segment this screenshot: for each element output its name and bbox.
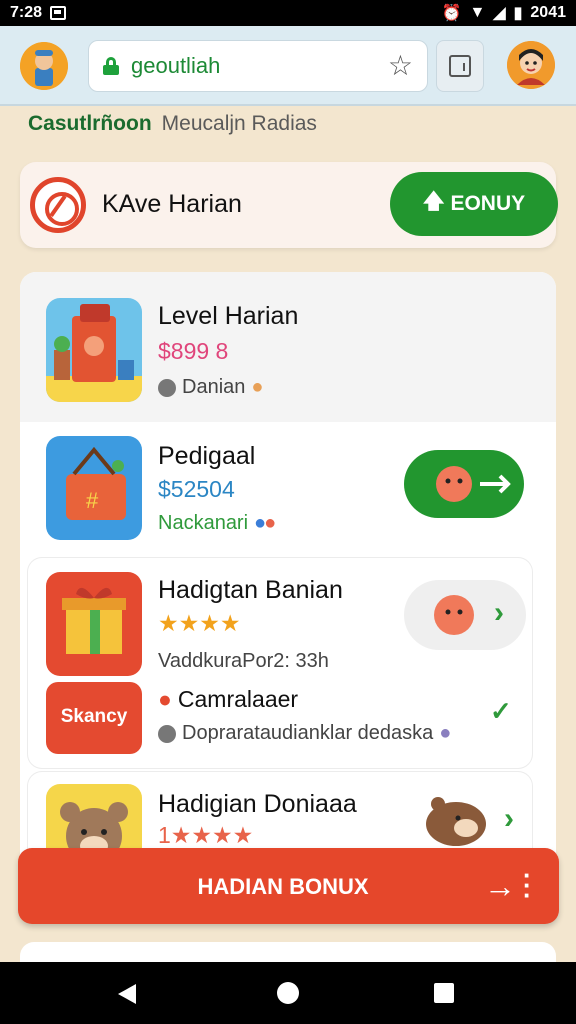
url-text: geoutliah <box>131 53 221 78</box>
status-right: ⏰ ▼ ◢ ▮ 2041 <box>442 3 566 23</box>
more-vert-icon[interactable]: · · · <box>523 862 532 908</box>
item-meta-text: Doprarataudianklar dedaska <box>182 722 434 744</box>
rewards-list: Level Harian $899 8 Danian ● # Pedigaal … <box>20 272 556 872</box>
site-subtitle: Meucaljn Radias <box>161 112 317 135</box>
item-meta-text: Danian <box>182 376 246 398</box>
skancy-badge-text: Skancy <box>60 706 128 727</box>
shopping-basket-app-icon: # <box>46 436 142 540</box>
bonus-cta-bar[interactable]: HADIAN BONUX → · · · <box>18 848 559 924</box>
list-item[interactable]: Level Harian $899 8 Danian ● <box>20 272 556 422</box>
item-title: Level Harian <box>158 302 299 330</box>
skancy-badge: Skancy <box>46 682 142 754</box>
item-rating: 1★★★★ <box>158 822 254 848</box>
chevron-right-icon: › <box>494 596 504 629</box>
lock-icon <box>103 57 119 75</box>
item-price: $52504 <box>158 476 235 502</box>
chevron-right-icon: › <box>504 802 514 835</box>
bonus-cta-label: HADIAN BONUX <box>197 874 369 899</box>
daily-card-title: KAve Harian <box>102 190 242 218</box>
back-icon[interactable] <box>118 984 136 1004</box>
mascot-icon <box>434 595 474 635</box>
alarm-icon: ⏰ <box>441 5 462 22</box>
image-notification-icon <box>50 6 67 20</box>
bonus-button-label: EONUY <box>450 192 526 215</box>
open-button[interactable]: › <box>404 580 526 650</box>
item-meta: Doprarataudianklar dedaska ● <box>158 722 451 745</box>
item-meta: VaddkuraPor2: 33h <box>158 650 329 672</box>
wifi-icon: ▼ <box>469 4 486 21</box>
item-title: Pedigaal <box>158 442 256 470</box>
signal-icon: ◢ <box>493 5 506 22</box>
home-icon[interactable] <box>277 982 299 1004</box>
item-meta: Danian ● <box>158 376 263 399</box>
star-icon[interactable]: ☆ <box>388 52 413 80</box>
profile-avatar-left[interactable] <box>20 42 68 90</box>
svg-text:#: # <box>86 488 99 513</box>
mascot-arrow-icon <box>436 466 511 502</box>
browser-toolbar: geoutliah ☆ <box>0 26 576 106</box>
item-rating: ★★★★ <box>158 610 241 636</box>
list-item[interactable]: Hadigtan Banian ★★★★ VaddkuraPor2: 33h ›… <box>28 558 532 768</box>
fire-icon: ● <box>251 376 264 398</box>
gift-box-app-icon <box>46 572 142 676</box>
item-meta-text: Nackanari <box>158 512 249 534</box>
info-icon <box>158 724 176 743</box>
system-nav-bar <box>0 962 576 1024</box>
info-icon <box>158 378 176 397</box>
tabs-icon <box>449 55 471 77</box>
status-bar: 7:28 ⏰ ▼ ◢ ▮ 2041 <box>0 0 576 26</box>
daily-card: KAve Harian 🡅 EONUY <box>20 162 558 248</box>
arrow-right-icon[interactable]: → <box>484 868 516 905</box>
checkmark-icon: ✓ <box>490 696 512 726</box>
status-right-text: 2041 <box>530 4 566 21</box>
toggle-dots-icon: ● <box>264 512 277 534</box>
gift-book-app-icon <box>46 298 142 402</box>
avatar-illustration-icon <box>507 41 555 89</box>
address-bar[interactable]: geoutliah ☆ <box>88 40 428 92</box>
site-heading: Casutlrñoon Meucaljn Radias <box>28 112 317 136</box>
battery-icon: ▮ <box>513 5 523 22</box>
status-time: 7:28 <box>10 4 43 21</box>
list-item[interactable]: # Pedigaal $52504 Nackanari ● ● <box>20 422 556 552</box>
bonus-button[interactable]: 🡅 EONUY <box>390 172 558 236</box>
tabs-button[interactable] <box>436 40 484 92</box>
site-name: Casutlrñoon <box>28 112 152 135</box>
item-title: Hadigian Doniaaa <box>158 790 357 818</box>
red-dot-icon: ● <box>158 686 172 712</box>
claim-button[interactable] <box>404 450 524 518</box>
profile-avatar-right[interactable] <box>507 41 555 89</box>
upload-arrow-icon: 🡅 <box>422 189 445 213</box>
item-price: $899 8 <box>158 338 229 364</box>
recent-apps-icon[interactable] <box>434 983 454 1003</box>
item-title: Hadigtan Banian <box>158 576 343 604</box>
verified-icon: ● <box>439 722 452 744</box>
avatar-illustration-icon <box>20 42 68 90</box>
item-meta: Nackanari ● ● <box>158 512 276 535</box>
item-title: Camralaaer <box>177 686 299 712</box>
item-title-row: ● Camralaaer <box>158 686 298 713</box>
bear-mascot-icon <box>426 797 486 846</box>
target-icon <box>30 177 86 233</box>
